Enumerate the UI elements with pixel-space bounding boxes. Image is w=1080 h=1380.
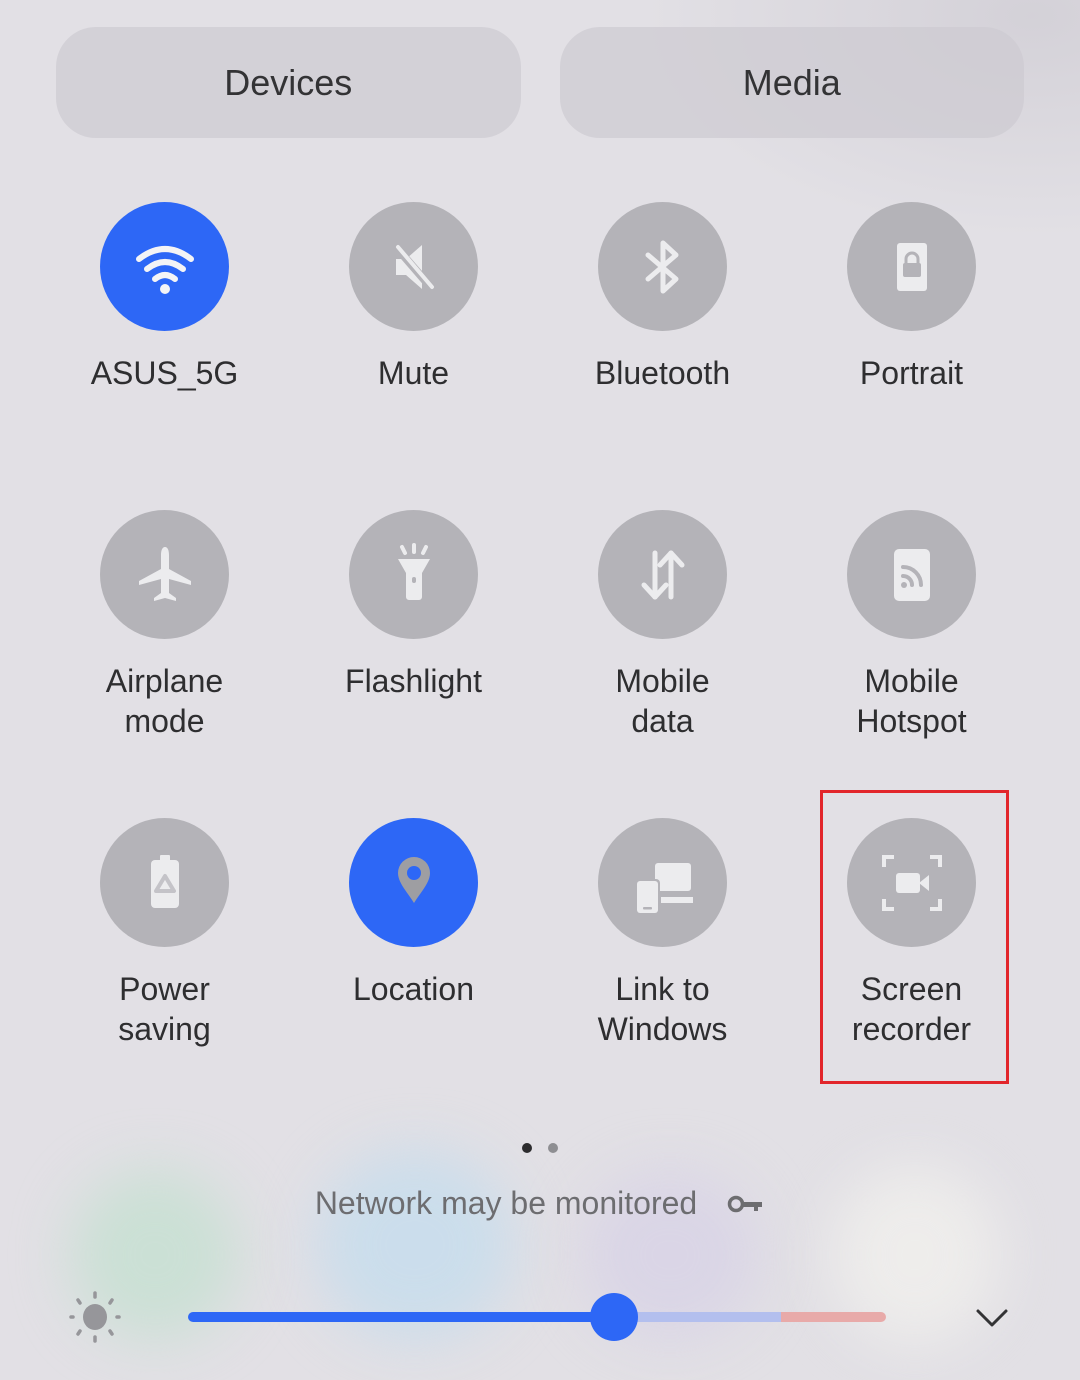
tile-mobile-data[interactable]: Mobile data	[538, 510, 787, 818]
brightness-remaining	[613, 1312, 782, 1322]
tile-link-to-windows[interactable]: Link to Windows	[538, 818, 787, 1126]
power-saving-icon	[150, 854, 179, 908]
media-button[interactable]: Media	[559, 27, 1024, 138]
tile-label: Bluetooth	[594, 355, 731, 391]
link-to-windows-icon	[634, 862, 693, 915]
quick-panel-header: Devices Media	[56, 27, 1024, 138]
page-dot[interactable]	[548, 1143, 558, 1153]
chevron-down-icon[interactable]	[972, 1298, 1012, 1338]
page-dot-active[interactable]	[522, 1143, 532, 1153]
sun-icon	[69, 1291, 121, 1343]
vpn-key-icon	[727, 1195, 763, 1212]
devices-button[interactable]: Devices	[56, 27, 521, 138]
tile-label: Portrait	[859, 355, 964, 391]
tile-label: ASUS_5G	[90, 355, 239, 391]
mobile-hotspot-toggle[interactable]	[847, 510, 976, 639]
brightness-control	[66, 1290, 1026, 1344]
airplane-mode-toggle[interactable]	[100, 510, 229, 639]
hotspot-icon	[893, 548, 930, 601]
tile-power-saving[interactable]: Power saving	[40, 818, 289, 1126]
tile-label: Airplane mode	[105, 663, 224, 739]
mobile-data-icon	[641, 550, 684, 599]
tile-label: Link to Windows	[597, 971, 728, 1047]
bluetooth-icon	[645, 240, 678, 293]
location-icon	[397, 856, 430, 903]
brightness-slider-track[interactable]	[188, 1312, 886, 1322]
wifi-toggle[interactable]	[100, 202, 229, 331]
tile-mobile-hotspot[interactable]: Mobile Hotspot	[787, 510, 1036, 818]
tile-label: Mobile Hotspot	[856, 663, 967, 739]
tile-flashlight[interactable]: Flashlight	[289, 510, 538, 818]
screen-recorder-icon	[881, 854, 942, 911]
airplane-icon	[138, 546, 191, 601]
flashlight-icon	[397, 542, 430, 600]
mobile-data-toggle[interactable]	[598, 510, 727, 639]
link-to-windows-toggle[interactable]	[598, 818, 727, 947]
portrait-toggle[interactable]	[847, 202, 976, 331]
screen-recorder-toggle[interactable]	[847, 818, 976, 947]
brightness-high-zone	[781, 1312, 886, 1322]
page-indicator	[0, 1143, 1080, 1153]
quick-settings-grid: ASUS_5G Mute Bluetooth Portrait Airplane…	[40, 202, 1040, 1126]
power-saving-toggle[interactable]	[100, 818, 229, 947]
wifi-icon	[135, 245, 194, 294]
tile-label: Flashlight	[345, 663, 482, 699]
tile-location[interactable]: Location	[289, 818, 538, 1126]
tile-mute[interactable]: Mute	[289, 202, 538, 510]
portrait-lock-icon	[896, 242, 927, 291]
tile-label: Mobile data	[615, 663, 710, 739]
bluetooth-toggle[interactable]	[598, 202, 727, 331]
tile-airplane-mode[interactable]: Airplane mode	[40, 510, 289, 818]
brightness-fill	[188, 1312, 614, 1322]
brightness-slider-thumb[interactable]	[589, 1293, 638, 1341]
tile-label: Mute	[377, 355, 450, 391]
mute-icon	[392, 243, 437, 294]
tile-wifi[interactable]: ASUS_5G	[40, 202, 289, 510]
network-notice[interactable]: Network may be monitored	[0, 1185, 1080, 1222]
tile-bluetooth[interactable]: Bluetooth	[538, 202, 787, 510]
location-toggle[interactable]	[349, 818, 478, 947]
tile-portrait[interactable]: Portrait	[787, 202, 1036, 510]
flashlight-toggle[interactable]	[349, 510, 478, 639]
tile-label: Power saving	[118, 971, 211, 1047]
tile-screen-recorder[interactable]: Screen recorder	[787, 818, 1036, 1126]
mute-toggle[interactable]	[349, 202, 478, 331]
network-notice-text: Network may be monitored	[314, 1185, 698, 1221]
tile-label: Location	[353, 971, 474, 1007]
tile-label: Screen recorder	[851, 971, 972, 1047]
